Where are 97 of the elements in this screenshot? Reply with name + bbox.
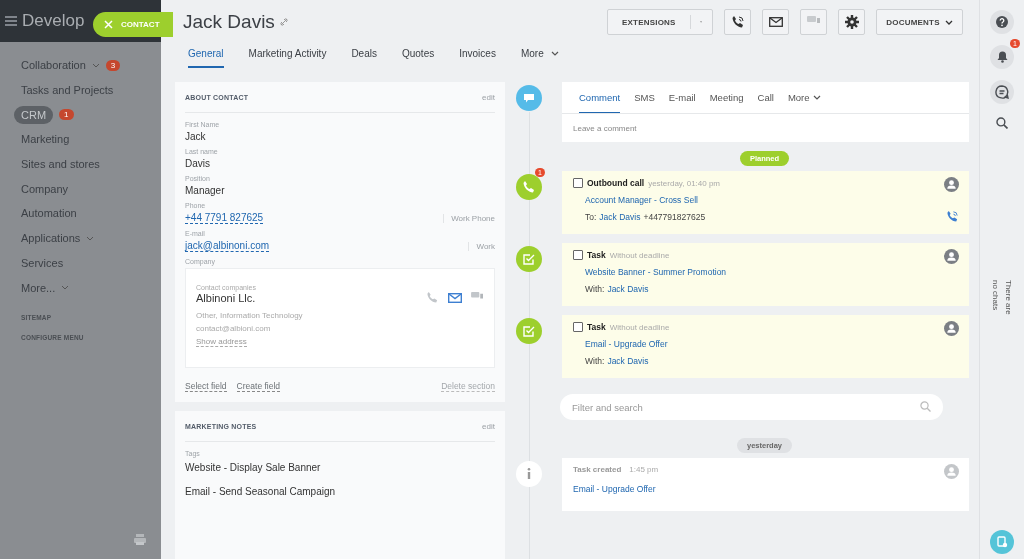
settings-button[interactable] bbox=[838, 9, 865, 35]
tag-value: Email - Send Seasonal Campaign bbox=[185, 486, 337, 497]
activity-title: Task bbox=[587, 250, 606, 260]
tab[interactable]: More bbox=[787, 82, 821, 113]
envelope-icon[interactable] bbox=[448, 292, 462, 303]
sidebar-item[interactable]: Company bbox=[21, 182, 69, 195]
company-email: contact@albioni.com bbox=[196, 324, 272, 333]
person-link[interactable]: Jack Davis bbox=[599, 212, 641, 222]
sidebar-item[interactable]: Applications bbox=[21, 232, 81, 245]
notifications-button[interactable] bbox=[990, 45, 1014, 69]
document-icon bbox=[996, 536, 1008, 548]
search-field[interactable]: Filter and search bbox=[560, 394, 943, 420]
field-type: Work bbox=[468, 241, 495, 251]
no-chats-note: There are no chats bbox=[990, 280, 1014, 317]
chat-button[interactable] bbox=[990, 80, 1014, 104]
sidebar-item[interactable]: CRM bbox=[14, 105, 54, 124]
activity-title: Task bbox=[587, 322, 606, 332]
activity-prefix: With: bbox=[585, 284, 605, 294]
select-field-link[interactable]: Select field bbox=[185, 381, 227, 392]
sidebar-item[interactable]: Services bbox=[21, 256, 64, 269]
field-type: Work Phone bbox=[443, 213, 495, 223]
activity-title: Outbound call bbox=[587, 178, 645, 188]
tab[interactable]: SMS bbox=[634, 82, 655, 113]
tab[interactable]: More bbox=[520, 48, 559, 68]
tab[interactable]: Invoices bbox=[459, 48, 496, 68]
bell-icon bbox=[996, 51, 1008, 63]
person-link[interactable]: Jack Davis bbox=[607, 284, 649, 294]
tag-value: Website - Display Sale Banner bbox=[185, 462, 322, 473]
task-icon bbox=[516, 246, 542, 272]
chevron-icon bbox=[550, 51, 559, 56]
link-icon[interactable] bbox=[279, 18, 288, 26]
field-value: Davis bbox=[185, 158, 211, 169]
phone-number: +447791827625 bbox=[643, 212, 706, 222]
activity-link[interactable]: Account Manager - Cross Sell bbox=[573, 195, 698, 205]
tab[interactable]: E-mail bbox=[668, 82, 696, 113]
field-value: Jack bbox=[185, 131, 207, 142]
activity-time: Without deadline bbox=[609, 322, 670, 332]
checkbox[interactable] bbox=[573, 178, 583, 188]
activity-title: Task created bbox=[573, 465, 622, 474]
sidebar-item[interactable]: Collaboration bbox=[21, 59, 86, 72]
tab[interactable]: Comment bbox=[579, 82, 621, 113]
search-icon[interactable] bbox=[996, 117, 1008, 129]
phone-icon[interactable] bbox=[946, 210, 959, 223]
phone-icon bbox=[516, 174, 542, 200]
company-name[interactable]: Albinoni Llc. bbox=[196, 291, 256, 304]
checkbox[interactable] bbox=[573, 322, 583, 332]
help-icon bbox=[996, 16, 1008, 28]
checkbox[interactable] bbox=[573, 250, 583, 260]
activity-prefix: To: bbox=[585, 212, 597, 222]
sidebar-item[interactable]: Marketing bbox=[21, 133, 70, 146]
chevron-icon bbox=[944, 19, 953, 25]
extensions-button[interactable]: EXTENSIONS bbox=[607, 9, 713, 35]
company-industry: Other, Information Technology bbox=[196, 311, 304, 320]
portal-title: Develop bbox=[22, 11, 85, 31]
sidebar-item[interactable]: Automation bbox=[21, 207, 77, 220]
tab[interactable]: Quotes bbox=[401, 48, 435, 68]
activity-time: Without deadline bbox=[609, 250, 670, 260]
tab[interactable]: Meeting bbox=[709, 82, 744, 113]
chat-icon bbox=[995, 85, 1009, 99]
task-icon bbox=[516, 318, 542, 344]
comment-icon bbox=[516, 85, 542, 111]
contact-name: Jack Davis bbox=[183, 11, 275, 33]
count-badge: 3 bbox=[105, 59, 121, 71]
help-button[interactable] bbox=[990, 10, 1014, 34]
tab[interactable]: Call bbox=[757, 82, 774, 113]
activity-time: 1:45 pm bbox=[629, 465, 659, 474]
person-link[interactable]: Jack Davis bbox=[607, 356, 649, 366]
field-link[interactable]: jack@albinoni.com bbox=[185, 240, 270, 252]
activity-link[interactable]: Email - Upgrade Offer bbox=[573, 339, 668, 349]
documents-button[interactable]: DOCUMENTS bbox=[876, 9, 963, 35]
envelope-icon bbox=[768, 17, 783, 27]
activity-prefix: With: bbox=[585, 356, 605, 366]
field-value: Manager bbox=[185, 185, 226, 196]
user-icon[interactable] bbox=[944, 177, 959, 192]
info-icon bbox=[516, 461, 542, 487]
tab[interactable]: General bbox=[188, 48, 224, 68]
field-link[interactable]: +44 7791 827625 bbox=[185, 212, 264, 224]
create-field-link[interactable]: Create field bbox=[236, 381, 281, 392]
menu-icon[interactable] bbox=[5, 16, 17, 26]
tab[interactable]: Deals bbox=[351, 48, 377, 68]
user-icon[interactable] bbox=[944, 321, 959, 336]
activity-link[interactable]: Website Banner - Summer Promotion bbox=[573, 267, 727, 277]
gear-icon bbox=[844, 15, 859, 29]
chevron-icon bbox=[812, 94, 821, 100]
call-button[interactable] bbox=[724, 9, 751, 35]
phone-icon bbox=[730, 15, 745, 29]
count-badge: 1 bbox=[59, 109, 74, 121]
activity-link[interactable]: Email - Upgrade Offer bbox=[573, 484, 656, 494]
tab[interactable]: Marketing Activity bbox=[248, 48, 327, 68]
sidebar-item[interactable]: More... bbox=[21, 281, 56, 294]
activity-time: yesterday, 01:40 pm bbox=[648, 178, 721, 188]
sidebar-item[interactable]: Sites and stores bbox=[21, 158, 100, 171]
user-icon[interactable] bbox=[944, 249, 959, 264]
sidebar-item[interactable]: Tasks and Projects bbox=[21, 84, 114, 97]
mail-button[interactable] bbox=[762, 9, 789, 35]
show-address-link[interactable]: Show address bbox=[196, 337, 247, 347]
comment-field[interactable]: Leave a comment bbox=[562, 114, 969, 142]
